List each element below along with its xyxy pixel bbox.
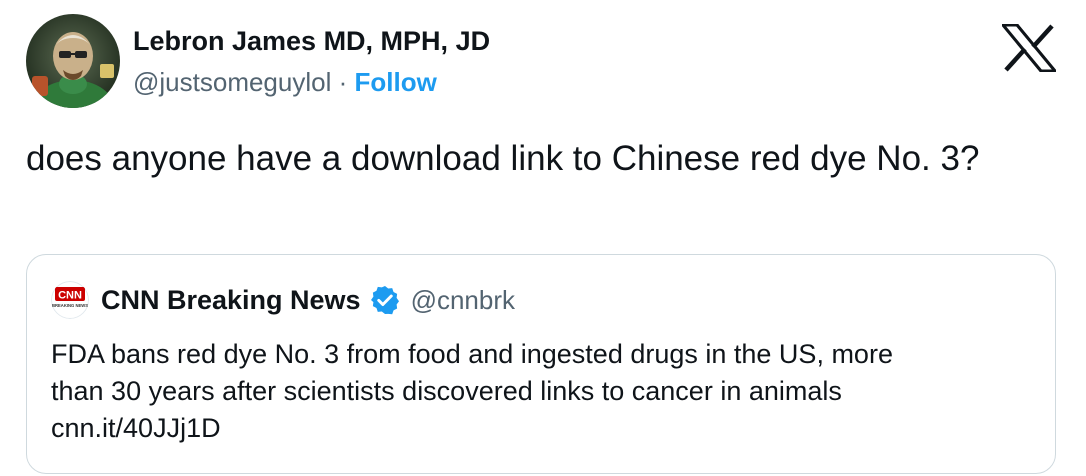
quote-text: FDA bans red dye No. 3 from food and ing…	[51, 336, 1041, 447]
quote-display-name[interactable]: CNN Breaking News	[101, 285, 361, 316]
handle[interactable]: @justsomeguylol	[133, 67, 331, 97]
display-name[interactable]: Lebron James MD, MPH, JD	[133, 24, 490, 58]
handle-line: @justsomeguylol · Follow	[133, 66, 490, 98]
avatar[interactable]	[26, 14, 120, 108]
quote-header: CNN BREAKING NEWS CNN Breaking News @cnn…	[51, 281, 515, 319]
avatar-image	[26, 14, 120, 108]
cnn-logo-icon: CNN BREAKING NEWS	[51, 281, 89, 319]
user-info: Lebron James MD, MPH, JD @justsomeguylol…	[133, 24, 490, 98]
quote-handle[interactable]: @cnnbrk	[411, 285, 515, 316]
cnn-logo-text: CNN	[58, 290, 82, 302]
tweet-text: does anyone have a download link to Chin…	[26, 139, 980, 178]
tweet-card: Lebron James MD, MPH, JD @justsomeguylol…	[0, 0, 1086, 476]
separator: ·	[331, 67, 355, 97]
follow-button[interactable]: Follow	[354, 67, 436, 97]
x-logo-icon[interactable]	[1002, 24, 1056, 72]
quote-line: FDA bans red dye No. 3 from food and ing…	[51, 339, 893, 369]
cnn-logo-subtext: BREAKING NEWS	[52, 303, 88, 308]
quoted-tweet[interactable]: CNN BREAKING NEWS CNN Breaking News @cnn…	[26, 254, 1056, 474]
quote-line: than 30 years after scientists discovere…	[51, 376, 842, 406]
quote-link[interactable]: cnn.it/40JJj1D	[51, 410, 1041, 447]
verified-badge-icon	[370, 286, 399, 315]
